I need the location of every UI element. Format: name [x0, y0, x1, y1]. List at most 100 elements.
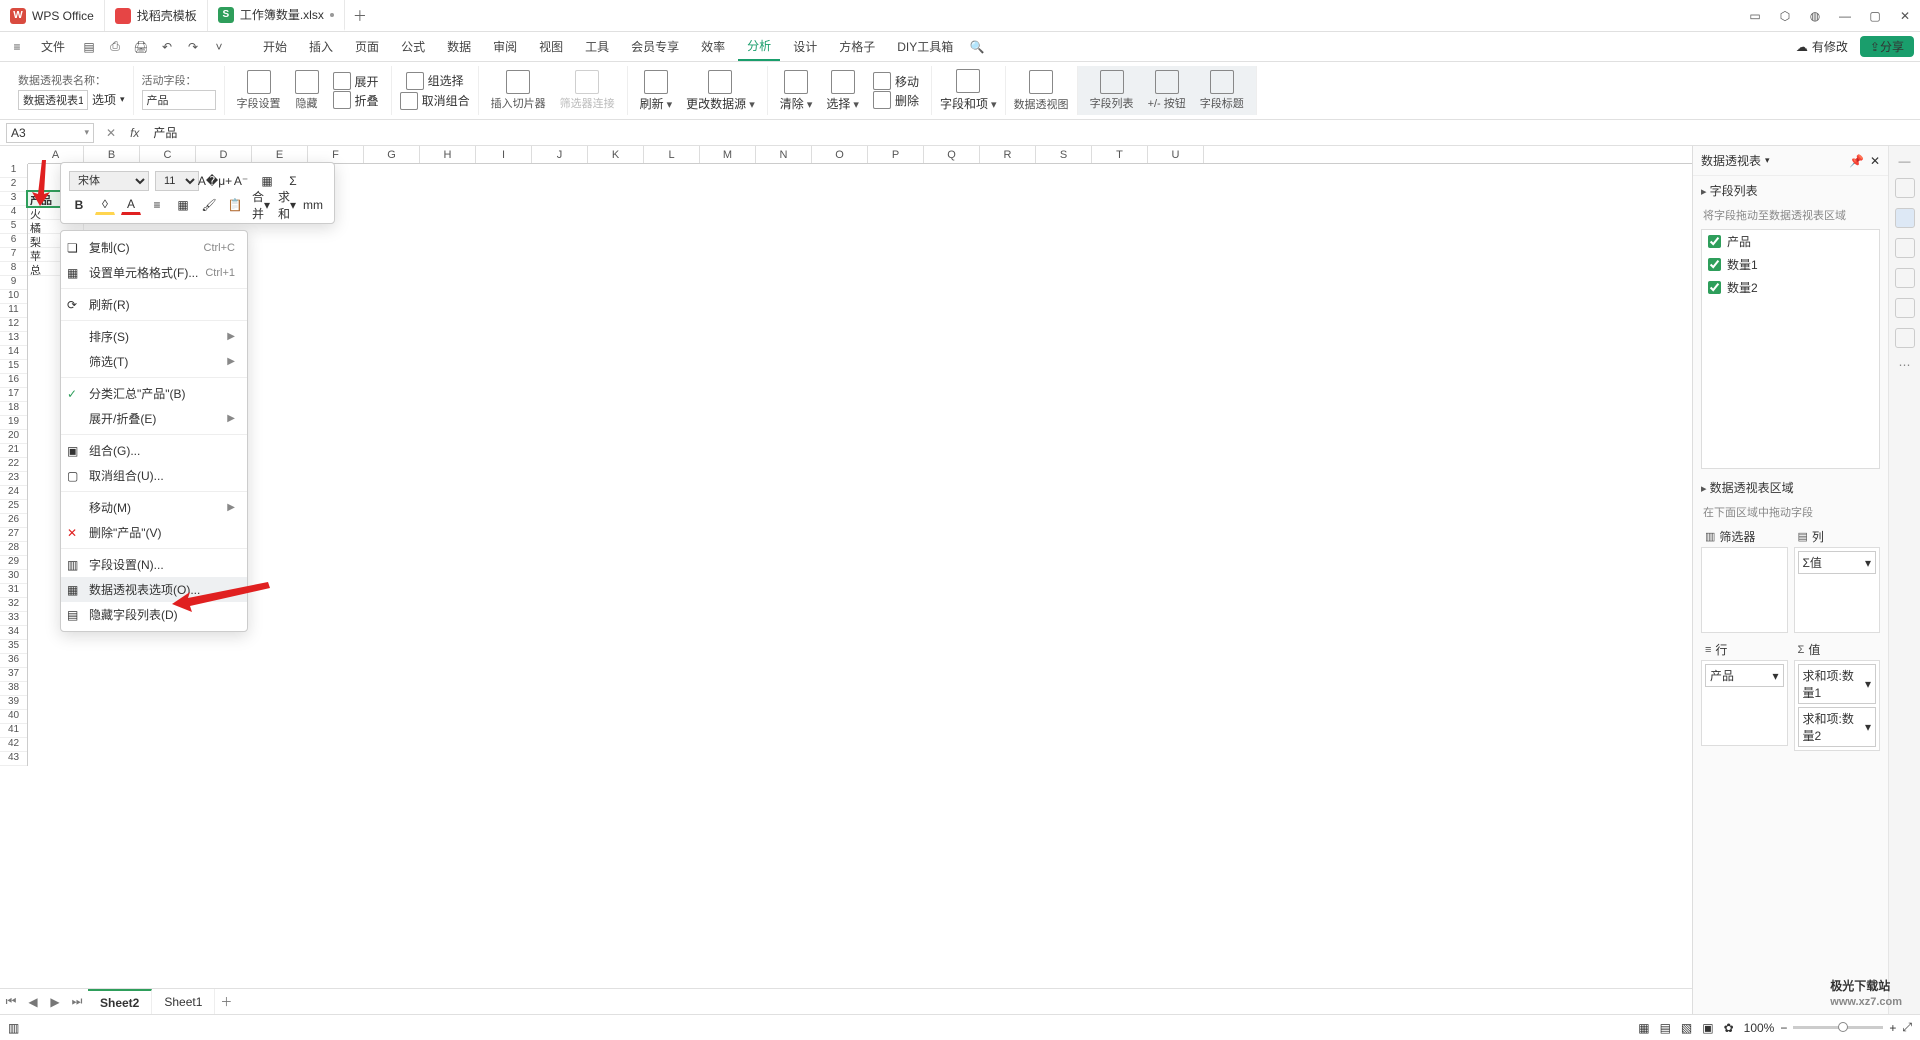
move-button[interactable]: 移动 — [873, 72, 919, 90]
sheet-prev-icon[interactable]: ◀ — [22, 995, 44, 1009]
col-item-sigma[interactable]: Σ值▾ — [1798, 551, 1877, 574]
new-tab-button[interactable]: ＋ — [345, 0, 375, 31]
field-qty1[interactable]: 数量1 — [1702, 253, 1879, 276]
menu-start[interactable]: 开始 — [254, 33, 296, 61]
increase-font-icon[interactable]: A�μ+ — [205, 171, 225, 191]
row-drop-area[interactable]: 产品▾ — [1701, 660, 1788, 746]
view-page-icon[interactable]: ▤ — [1660, 1021, 1671, 1035]
font-select[interactable]: 宋体 — [69, 171, 149, 191]
maximize-button[interactable]: ▢ — [1860, 0, 1890, 31]
cube-icon[interactable]: ⬡ — [1770, 0, 1800, 31]
active-field-input[interactable] — [142, 90, 216, 110]
ctx-sort[interactable]: 排序(S)▶ — [61, 324, 247, 349]
bold-icon[interactable]: B — [69, 195, 89, 215]
hamburger-icon[interactable]: ≡ — [6, 36, 28, 58]
options-button[interactable]: 选项 — [92, 91, 116, 108]
plus-minus-toggle[interactable]: +/- 按钮 — [1144, 70, 1190, 111]
hide-button[interactable]: 隐藏 — [291, 70, 323, 111]
sheet-last-icon[interactable]: ⏭ — [66, 994, 88, 1009]
borders-icon[interactable]: ▦ — [173, 195, 193, 215]
has-changes-indicator[interactable]: ☁ 有修改 — [1788, 38, 1856, 55]
zoom-out-icon[interactable]: − — [1780, 1021, 1787, 1035]
format-painter-icon[interactable]: 🖌 — [199, 195, 219, 215]
print-icon[interactable]: 🖨 — [130, 36, 152, 58]
sum-dropdown[interactable]: 求和▾ — [277, 195, 297, 215]
zoom-control[interactable]: 100% − + ⤢ — [1744, 1020, 1912, 1035]
view-normal-icon[interactable]: ▦ — [1638, 1021, 1649, 1035]
change-source-button[interactable]: 更改数据源 ▾ — [682, 70, 759, 112]
row-item-product[interactable]: 产品▾ — [1705, 664, 1784, 687]
ctx-group[interactable]: ▣组合(G)... — [61, 438, 247, 463]
minimize-button[interactable]: — — [1830, 0, 1860, 31]
menu-data[interactable]: 数据 — [438, 33, 480, 61]
rail-more-icon[interactable]: ⋯ — [1899, 358, 1911, 372]
val-item-1[interactable]: 求和项:数量1▾ — [1798, 664, 1877, 704]
fill-color-icon[interactable]: ◊ — [95, 195, 115, 215]
view-break-icon[interactable]: ▧ — [1681, 1021, 1692, 1035]
sheet-next-icon[interactable]: ▶ — [44, 995, 66, 1009]
menu-review[interactable]: 审阅 — [484, 33, 526, 61]
ctx-subtotal[interactable]: ✓分类汇总"产品"(B) — [61, 381, 247, 406]
menu-analyze[interactable]: 分析 — [738, 33, 780, 61]
ctx-move[interactable]: 移动(M)▶ — [61, 495, 247, 520]
row-headers[interactable]: 1234567891011121314151617181920212223242… — [0, 164, 28, 766]
field-product[interactable]: 产品 — [1702, 230, 1879, 253]
cancel-icon[interactable]: ✕ — [100, 126, 122, 140]
menu-efficiency[interactable]: 效率 — [692, 33, 734, 61]
rail-tools-icon[interactable] — [1895, 268, 1915, 288]
menu-view[interactable]: 视图 — [530, 33, 572, 61]
app-tab[interactable]: W WPS Office — [0, 0, 105, 31]
search-icon[interactable]: 🔍 — [966, 36, 988, 58]
rail-select-icon[interactable] — [1895, 178, 1915, 198]
pivot-chart-button[interactable]: 数据透视图 — [1006, 66, 1078, 115]
pin-icon[interactable]: 📌 — [1849, 154, 1864, 168]
ctx-ungroup[interactable]: ▢取消组合(U)... — [61, 463, 247, 488]
print-preview-icon[interactable]: ⎙ — [104, 36, 126, 58]
share-button[interactable]: ⇪ 分享 — [1860, 36, 1914, 57]
file-tab[interactable]: S 工作簿数量.xlsx — [208, 0, 345, 31]
menu-diy[interactable]: DIY工具箱 — [888, 33, 962, 61]
ctx-format-cells[interactable]: ▦设置单元格格式(F)...Ctrl+1 — [61, 260, 247, 285]
undo-icon[interactable]: ↶ — [156, 36, 178, 58]
select-button[interactable]: 选择 ▾ — [822, 70, 863, 112]
rail-help-icon[interactable] — [1895, 328, 1915, 348]
zoom-slider[interactable] — [1793, 1026, 1883, 1029]
field-headers-toggle[interactable]: 字段标题 — [1196, 70, 1248, 111]
expand-button[interactable]: 展开 — [333, 72, 379, 90]
view-reading-icon[interactable]: ▣ — [1702, 1021, 1713, 1035]
formula-value[interactable]: 产品 — [147, 124, 183, 141]
menu-tools[interactable]: 工具 — [576, 33, 618, 61]
ctx-remove[interactable]: ✕删除"产品"(V) — [61, 520, 247, 545]
sheet-add-button[interactable]: ＋ — [215, 993, 237, 1010]
ctx-field-settings[interactable]: ▥字段设置(N)... — [61, 552, 247, 577]
rail-chart-icon[interactable] — [1895, 298, 1915, 318]
field-settings-button[interactable]: 字段设置 — [233, 70, 285, 111]
insert-slicer-button[interactable]: 插入切片器 — [487, 70, 550, 111]
sheet-tab-sheet1[interactable]: Sheet1 — [152, 989, 215, 1015]
align-icon[interactable]: ≡ — [147, 195, 167, 215]
ctx-filter[interactable]: 筛选(T)▶ — [61, 349, 247, 374]
filter-drop-area[interactable] — [1701, 547, 1788, 633]
save-icon[interactable]: ▤ — [78, 36, 100, 58]
merge-dropdown[interactable]: 合并▾ — [251, 195, 271, 215]
pane-close-icon[interactable]: ✕ — [1870, 154, 1880, 168]
decrease-font-icon[interactable]: A⁻ — [231, 171, 251, 191]
fx-icon[interactable]: fx — [122, 126, 147, 140]
value-drop-area[interactable]: 求和项:数量1▾ 求和项:数量2▾ — [1794, 660, 1881, 751]
file-menu[interactable]: 文件 — [32, 33, 74, 61]
fullscreen-icon[interactable]: ⤢ — [1902, 1020, 1912, 1035]
zoom-in-icon[interactable]: + — [1889, 1021, 1896, 1035]
rail-style-icon[interactable] — [1895, 238, 1915, 258]
column-drop-area[interactable]: Σ值▾ — [1794, 547, 1881, 633]
menu-insert[interactable]: 插入 — [300, 33, 342, 61]
ctx-expand-collapse[interactable]: 展开/折叠(E)▶ — [61, 406, 247, 431]
field-list-box[interactable]: 产品 数量1 数量2 — [1701, 229, 1880, 469]
name-box[interactable]: A3▾ — [6, 123, 94, 143]
ctx-refresh[interactable]: ⟳刷新(R) — [61, 292, 247, 317]
menu-fanggezi[interactable]: 方格子 — [830, 33, 884, 61]
dropdown-icon[interactable]: ˅ — [208, 36, 230, 58]
close-button[interactable]: ✕ — [1890, 0, 1920, 31]
sheet-tab-sheet2[interactable]: Sheet2 — [88, 989, 152, 1015]
menu-design[interactable]: 设计 — [784, 33, 826, 61]
collapse-button[interactable]: 折叠 — [333, 91, 379, 109]
